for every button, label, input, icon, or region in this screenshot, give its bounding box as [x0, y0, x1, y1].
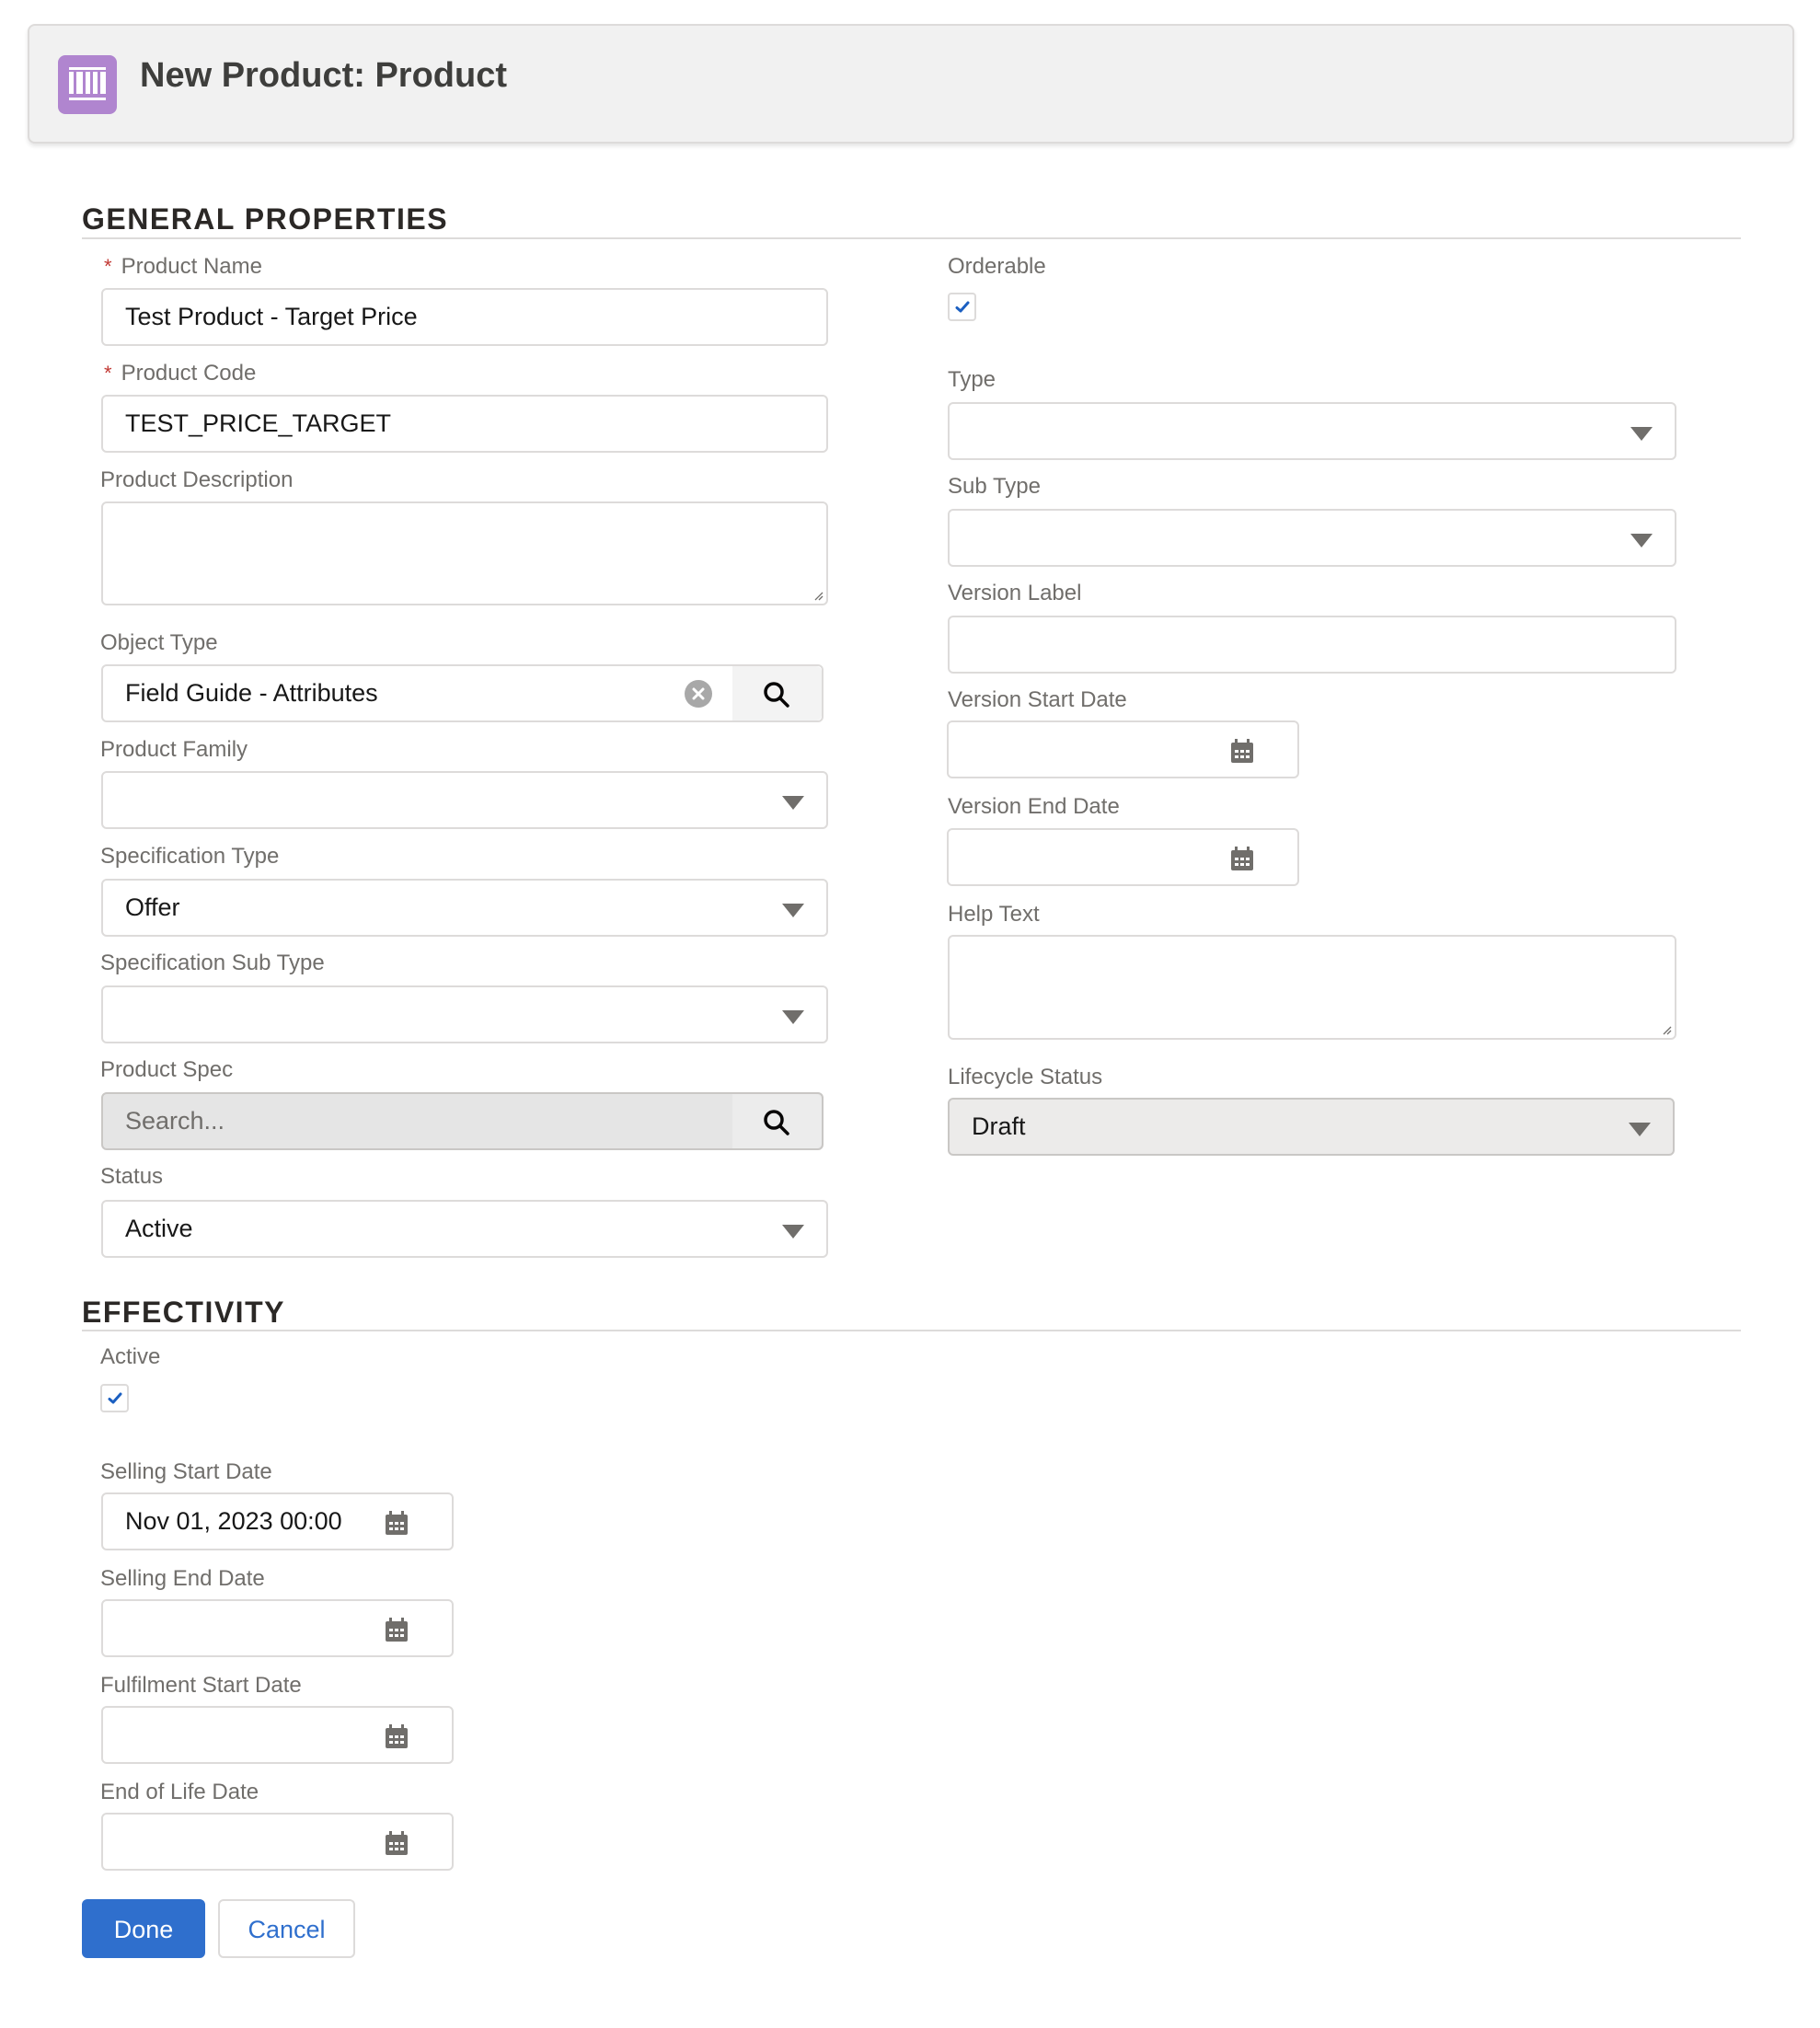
product-code-input[interactable]: TEST_PRICE_TARGET: [101, 395, 828, 453]
active-checkbox[interactable]: [100, 1384, 129, 1412]
lifecycle-status-select[interactable]: Draft: [948, 1098, 1675, 1156]
chevron-down-icon: [782, 1225, 804, 1239]
chevron-down-icon: [782, 1010, 804, 1024]
product-name-value: Test Product - Target Price: [125, 303, 418, 330]
product-code-label: * Product Code: [104, 360, 256, 387]
version-start-date-input[interactable]: [947, 720, 1299, 778]
section-divider: [82, 237, 1741, 239]
calendar-icon[interactable]: [1231, 739, 1253, 763]
specification-type-value: Offer: [125, 893, 180, 921]
selling-end-date-label: Selling End Date: [100, 1566, 265, 1591]
end-of-life-date-label: End of Life Date: [100, 1780, 259, 1804]
selling-start-date-value: Nov 01, 2023 00:00: [125, 1507, 342, 1535]
checkmark-icon: [955, 301, 970, 313]
product-family-label: Product Family: [100, 737, 248, 762]
product-code-label-text: Product Code: [121, 361, 257, 386]
product-name-input[interactable]: Test Product - Target Price: [101, 288, 828, 346]
sub-type-select[interactable]: [948, 509, 1676, 567]
product-spec-placeholder: Search...: [125, 1107, 225, 1135]
orderable-label: Orderable: [948, 254, 1046, 279]
calendar-icon[interactable]: [386, 1618, 408, 1642]
product-family-select[interactable]: [101, 771, 828, 829]
object-type-value: Field Guide - Attributes: [125, 679, 378, 707]
resize-handle-icon[interactable]: [1661, 1024, 1672, 1035]
version-end-date-input[interactable]: [947, 828, 1299, 886]
specification-sub-type-label: Specification Sub Type: [100, 951, 325, 975]
search-icon: [764, 682, 789, 708]
cancel-button[interactable]: Cancel: [218, 1899, 355, 1958]
object-type-label: Object Type: [100, 630, 218, 655]
section-title-general: GENERAL PROPERTIES: [82, 202, 449, 236]
status-select[interactable]: Active: [101, 1200, 828, 1258]
status-label: Status: [100, 1164, 164, 1189]
chevron-down-icon: [1630, 534, 1653, 547]
chevron-down-icon: [782, 904, 804, 917]
section-divider: [82, 1330, 1741, 1331]
product-description-textarea[interactable]: [101, 501, 828, 605]
calendar-icon[interactable]: [386, 1511, 408, 1535]
selling-start-date-label: Selling Start Date: [100, 1459, 272, 1484]
version-label-input[interactable]: [948, 616, 1676, 674]
product-spec-search-button[interactable]: [732, 1094, 822, 1148]
product-name-label: * Product Name: [104, 253, 262, 281]
specification-type-label: Specification Type: [100, 844, 280, 869]
type-label: Type: [948, 367, 996, 392]
fulfilment-start-date-label: Fulfilment Start Date: [100, 1673, 302, 1698]
end-of-life-date-input[interactable]: [101, 1813, 454, 1871]
version-end-date-label: Version End Date: [948, 794, 1120, 819]
product-spec-lookup[interactable]: Search...: [101, 1092, 824, 1150]
chevron-down-icon: [1630, 427, 1653, 441]
lifecycle-status-value: Draft: [972, 1112, 1026, 1140]
done-button[interactable]: Done: [82, 1899, 205, 1958]
page-title: New Product: Product: [140, 56, 508, 95]
product-icon: [58, 55, 117, 114]
lifecycle-status-label: Lifecycle Status: [948, 1065, 1103, 1089]
checkmark-icon: [108, 1392, 122, 1404]
chevron-down-icon: [782, 796, 804, 810]
required-indicator: *: [104, 255, 112, 278]
version-label-label: Version Label: [948, 581, 1082, 605]
object-type-search-button[interactable]: [732, 666, 822, 720]
selling-end-date-input[interactable]: [101, 1599, 454, 1657]
clear-icon[interactable]: [685, 680, 712, 708]
product-description-label: Product Description: [100, 467, 294, 492]
search-icon: [764, 1110, 789, 1135]
calendar-icon[interactable]: [1231, 847, 1253, 870]
chevron-down-icon: [1629, 1123, 1651, 1136]
help-text-label: Help Text: [948, 902, 1040, 927]
product-name-label-text: Product Name: [121, 254, 262, 279]
sub-type-label: Sub Type: [948, 474, 1041, 499]
version-start-date-label: Version Start Date: [948, 687, 1127, 712]
required-indicator: *: [104, 362, 112, 385]
active-label: Active: [100, 1344, 161, 1369]
orderable-checkbox[interactable]: [948, 293, 976, 321]
help-text-textarea[interactable]: [948, 935, 1676, 1040]
status-value: Active: [125, 1215, 193, 1242]
calendar-icon[interactable]: [386, 1724, 408, 1748]
product-spec-label: Product Spec: [100, 1057, 234, 1082]
resize-handle-icon[interactable]: [812, 590, 824, 601]
specification-type-select[interactable]: Offer: [101, 879, 828, 937]
fulfilment-start-date-input[interactable]: [101, 1706, 454, 1764]
specification-sub-type-select[interactable]: [101, 985, 828, 1043]
section-title-effectivity: EFFECTIVITY: [82, 1296, 285, 1329]
type-select[interactable]: [948, 402, 1676, 460]
selling-start-date-input[interactable]: Nov 01, 2023 00:00: [101, 1492, 454, 1550]
product-code-value: TEST_PRICE_TARGET: [125, 409, 392, 437]
calendar-icon[interactable]: [386, 1831, 408, 1855]
object-type-lookup[interactable]: Field Guide - Attributes: [101, 664, 824, 722]
